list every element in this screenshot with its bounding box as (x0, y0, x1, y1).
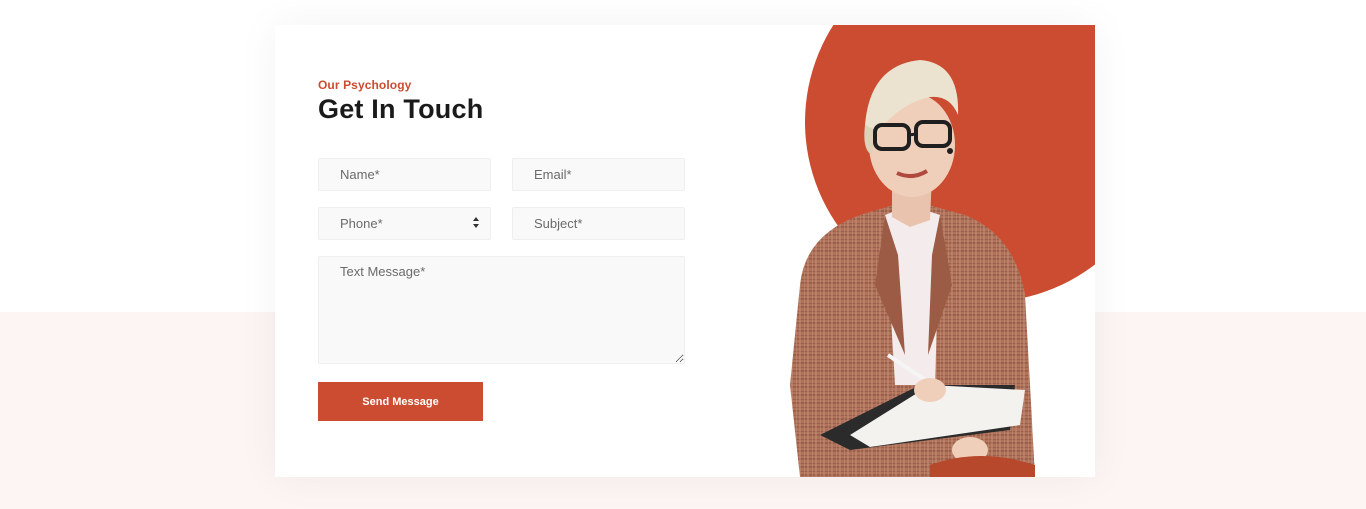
section-subtitle: Our Psychology (318, 78, 412, 92)
subject-field[interactable] (512, 207, 685, 240)
name-field[interactable] (318, 158, 491, 191)
phone-stepper[interactable] (472, 216, 480, 230)
psychologist-portrait-image (790, 60, 1035, 477)
send-message-button[interactable]: Send Message (318, 382, 483, 421)
stepper-up-icon[interactable] (473, 217, 479, 221)
message-field[interactable] (318, 256, 685, 364)
email-field[interactable] (512, 158, 685, 191)
stepper-down-icon[interactable] (473, 224, 479, 228)
section-title: Get In Touch (318, 94, 484, 124)
contact-card: Our Psychology Get In Touch Send Message (275, 25, 1095, 477)
phone-field[interactable] (318, 207, 491, 240)
